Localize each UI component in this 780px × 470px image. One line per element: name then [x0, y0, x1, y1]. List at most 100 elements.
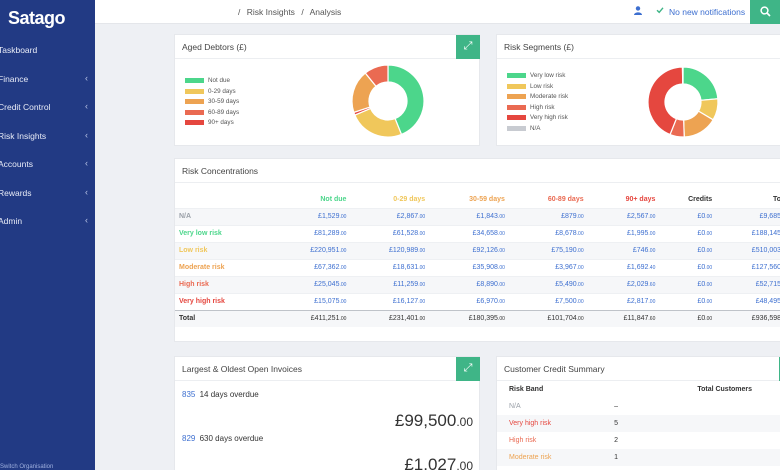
- table-cell[interactable]: £0.00: [659, 258, 717, 276]
- aged-debtors-donut-chart: [351, 64, 425, 138]
- donut-slice-very-low-risk[interactable]: [682, 66, 719, 101]
- row-label: N/A: [175, 207, 271, 225]
- cell-decimals: .00: [705, 231, 713, 237]
- table-cell[interactable]: £2,567.00: [587, 207, 660, 225]
- risk-segments-panel: Risk Segments (£) Very low risk Low risk M…: [496, 34, 780, 146]
- sidebar: Satago Taskboard Finance ‹ Credit Control ‹ R…: [0, 0, 95, 470]
- invoice-amount-cents: .00: [456, 415, 473, 429]
- invoice-ref-link[interactable]: 829: [182, 434, 195, 443]
- total-row: Total £411,251.00 £231,401.00 £180,395.00 £1…: [175, 309, 780, 327]
- table-cell[interactable]: £92,126.00: [429, 241, 509, 259]
- table-cell[interactable]: £1,995.00: [587, 224, 660, 242]
- sidebar-item-admin[interactable]: Admin ‹: [0, 211, 95, 233]
- table-cell[interactable]: £127,560: [716, 258, 780, 276]
- table-cell[interactable]: £0.00: [659, 241, 717, 259]
- table-cell[interactable]: £2,817.00: [587, 292, 660, 310]
- breadcrumb: / Risk Insights / Analysis: [238, 7, 345, 17]
- search-button[interactable]: [750, 0, 780, 24]
- sidebar-item-accounts[interactable]: Accounts ‹: [0, 154, 95, 176]
- table-cell[interactable]: £18,631.00: [350, 258, 430, 276]
- table-cell[interactable]: £52,715: [716, 275, 780, 293]
- breadcrumb-separator: /: [238, 7, 241, 17]
- table-cell: £231,401.00: [350, 309, 430, 327]
- sidebar-item-finance[interactable]: Finance ‹: [0, 69, 95, 91]
- table-cell[interactable]: £0.00: [659, 224, 717, 242]
- sidebar-item-credit-control[interactable]: Credit Control ‹: [0, 97, 95, 119]
- table-cell[interactable]: £35,908.00: [429, 258, 509, 276]
- cell-decimals: .00: [339, 282, 347, 288]
- table-cell[interactable]: £48,495: [716, 292, 780, 310]
- table-cell[interactable]: £61,528.00: [350, 224, 430, 242]
- table-cell[interactable]: £1,843.00: [429, 207, 509, 225]
- table-cell[interactable]: £120,989.00: [350, 241, 430, 259]
- risk-band-cell[interactable]: Very high risk: [497, 415, 615, 432]
- donut-slice-n-a[interactable]: [681, 66, 684, 85]
- column-header-credits: Credits: [688, 195, 713, 203]
- risk-band-cell[interactable]: Moderate risk: [497, 449, 615, 466]
- table-cell[interactable]: £3,967.00: [508, 258, 588, 276]
- user-icon[interactable]: [634, 6, 642, 17]
- table-cell[interactable]: £11,259.00: [350, 275, 430, 293]
- cell-value: £101,704: [547, 315, 577, 323]
- table-cell[interactable]: £6,970.00: [429, 292, 509, 310]
- table-cell[interactable]: £220,951.00: [270, 241, 351, 259]
- panel-header: Largest & Oldest Open Invoices ⤢: [175, 357, 480, 381]
- total-customers-header: Total Customers: [697, 386, 753, 393]
- invoice-overdue-text: 630 days overdue: [199, 434, 264, 443]
- cell-decimals: .00: [576, 248, 584, 254]
- cell-value: £1,843: [476, 213, 498, 220]
- cell-value: £81,289: [314, 230, 340, 237]
- column-header-30-59-days: 30-59 days: [469, 195, 505, 203]
- cell-decimals: .60: [648, 316, 656, 323]
- table-cell[interactable]: £25,045.00: [270, 275, 351, 293]
- cell-decimals: .00: [339, 316, 347, 323]
- sidebar-item-label: Admin: [0, 216, 23, 226]
- table-cell[interactable]: £16,127.00: [350, 292, 430, 310]
- column-header-not-due: Not due: [320, 195, 347, 203]
- search-icon: [759, 6, 771, 17]
- cell-decimals: .00: [418, 282, 426, 288]
- risk-band-cell[interactable]: N/A: [497, 398, 614, 415]
- table-cell[interactable]: £75,190.00: [508, 241, 588, 259]
- table-cell[interactable]: £2,029.60: [587, 275, 660, 293]
- notifications-link[interactable]: No new notifications: [669, 7, 745, 17]
- table-cell[interactable]: £0.00: [659, 292, 717, 310]
- risk-segments-donut-chart: [647, 66, 719, 138]
- table-cell[interactable]: £188,145: [716, 224, 780, 242]
- table-cell[interactable]: £9,685: [716, 207, 780, 225]
- cell-value: £5,490: [555, 281, 577, 288]
- table-cell[interactable]: £1,692.40: [587, 258, 660, 276]
- table-cell[interactable]: £510,003: [716, 241, 780, 259]
- table-cell[interactable]: £8,678.00: [508, 224, 588, 242]
- table-cell[interactable]: £0.00: [659, 207, 717, 225]
- satago-logo[interactable]: Satago: [8, 8, 66, 29]
- table-cell[interactable]: £1,529.00: [270, 207, 351, 225]
- table-cell[interactable]: £34,658.00: [429, 224, 509, 242]
- breadcrumb-risk-insights[interactable]: Risk Insights: [247, 7, 295, 17]
- table-cell[interactable]: £8,890.00: [429, 275, 509, 293]
- table-cell[interactable]: £879.00: [508, 207, 588, 225]
- sidebar-item-taskboard[interactable]: Taskboard: [0, 40, 95, 62]
- table-cell[interactable]: £67,362.00: [270, 258, 351, 276]
- cell-decimals: .00: [576, 265, 584, 271]
- table-cell[interactable]: £15,075.00: [270, 292, 351, 310]
- sidebar-item-rewards[interactable]: Rewards ‹: [0, 183, 95, 205]
- invoice-ref-link[interactable]: 835: [182, 390, 195, 399]
- cell-decimals: .00: [497, 299, 505, 305]
- table-cell[interactable]: £2,867.00: [350, 207, 430, 225]
- table-cell[interactable]: £746.00: [587, 241, 660, 259]
- table-cell[interactable]: £81,289.00: [270, 224, 351, 242]
- table-cell[interactable]: £7,500.00: [508, 292, 588, 310]
- cell-value: £25,045: [314, 281, 340, 288]
- risk-band-cell[interactable]: High risk: [497, 432, 614, 449]
- table-cell[interactable]: £0.00: [659, 275, 717, 293]
- credit-summary-panel: Customer Credit Summary ⤢ Risk Band Tota…: [496, 356, 780, 470]
- cell-decimals: .00: [339, 231, 347, 237]
- switch-organisation-link[interactable]: Switch Organisation: [0, 464, 53, 470]
- largest-invoices-expand-button[interactable]: ⤢: [456, 357, 480, 381]
- table-cell[interactable]: £5,490.00: [508, 275, 588, 293]
- customer-count-cell: –: [614, 403, 618, 410]
- cell-value: £52,715: [755, 281, 780, 288]
- chevron-left-icon: ‹: [85, 158, 88, 168]
- sidebar-item-risk-insights[interactable]: Risk Insights ‹: [0, 126, 95, 148]
